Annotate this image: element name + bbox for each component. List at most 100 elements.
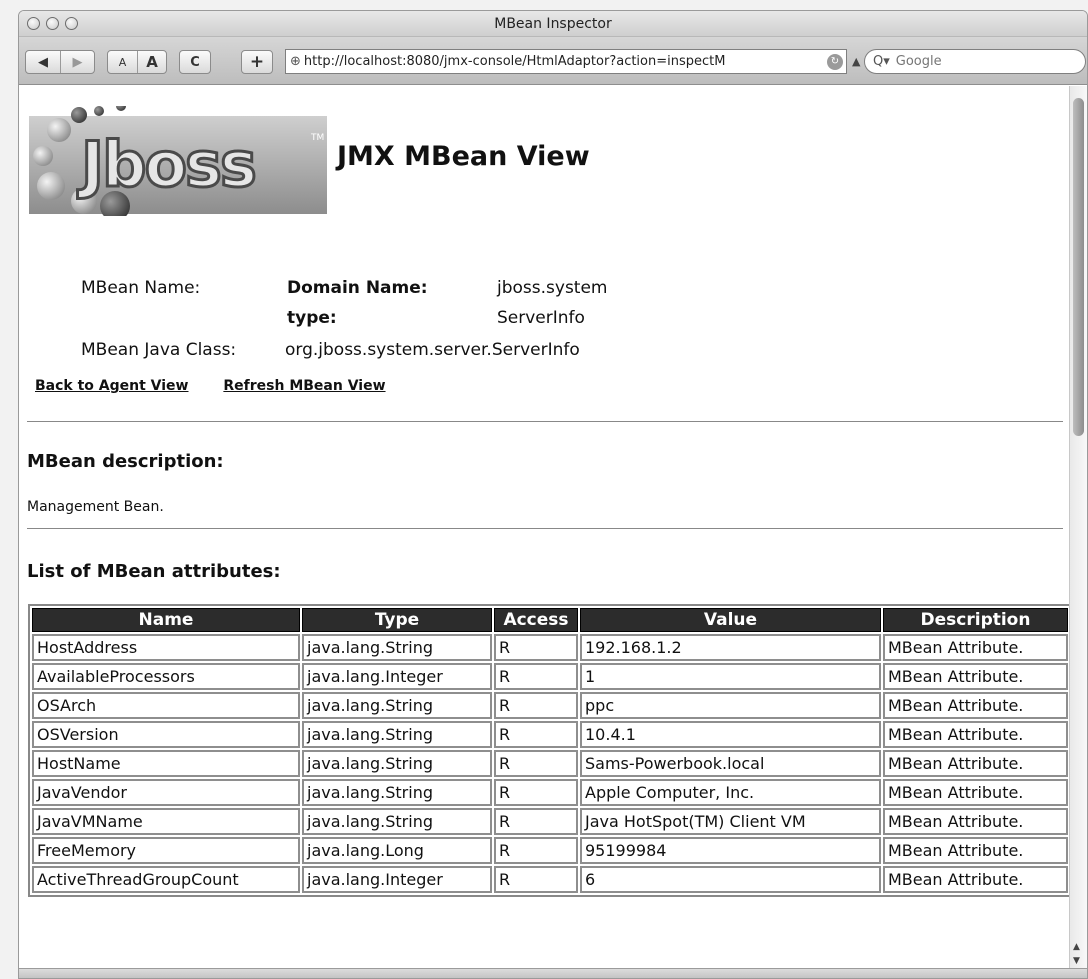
table-row: HostAddress java.lang.String R 192.168.1…: [32, 634, 1068, 661]
divider: [27, 528, 1063, 529]
search-input[interactable]: [893, 53, 1064, 70]
table-row: JavaVendor java.lang.String R Apple Comp…: [32, 779, 1068, 806]
add-bookmark-button[interactable]: +: [241, 50, 273, 74]
table-row: OSVersion java.lang.String R 10.4.1 MBea…: [32, 721, 1068, 748]
window-title: MBean Inspector: [494, 16, 612, 32]
attr-description: MBean Attribute.: [883, 692, 1068, 719]
attr-name: AvailableProcessors: [32, 663, 300, 690]
attr-access: R: [494, 808, 578, 835]
url-reload-icon[interactable]: ↻: [827, 53, 843, 70]
page-content: Jboss TM JMX MBean View MBean Name: Doma…: [19, 86, 1071, 970]
back-to-agent-view-link[interactable]: Back to Agent View: [35, 378, 189, 394]
table-header-row: Name Type Access Value Description: [32, 608, 1068, 632]
attr-description: MBean Attribute.: [883, 866, 1068, 893]
table-row: FreeMemory java.lang.Long R 95199984 MBe…: [32, 837, 1068, 864]
table-row: AvailableProcessors java.lang.Integer R …: [32, 663, 1068, 690]
jboss-logo: Jboss TM: [29, 106, 327, 216]
reload-button[interactable]: C: [179, 50, 211, 74]
java-class-label: MBean Java Class:: [81, 340, 237, 360]
scrollbar-thumb[interactable]: [1073, 98, 1084, 436]
attr-access: R: [494, 634, 578, 661]
attr-description: MBean Attribute.: [883, 808, 1068, 835]
vertical-scrollbar[interactable]: ▲ ▼: [1069, 86, 1087, 970]
attr-value: 6: [580, 866, 881, 893]
attr-value: 192.168.1.2: [580, 634, 881, 661]
attr-value: Apple Computer, Inc.: [580, 779, 881, 806]
refresh-mbean-view-link[interactable]: Refresh MBean View: [223, 378, 385, 394]
type-value: ServerInfo: [497, 308, 585, 328]
attr-name: HostName: [32, 750, 300, 777]
attr-type: java.lang.String: [302, 808, 492, 835]
attr-type: java.lang.Integer: [302, 866, 492, 893]
attr-value: 95199984: [580, 837, 881, 864]
table-row: OSArch java.lang.String R ppc MBean Attr…: [32, 692, 1068, 719]
attr-name: FreeMemory: [32, 837, 300, 864]
column-header-access: Access: [494, 608, 578, 632]
text-smaller-button[interactable]: A: [108, 51, 137, 73]
attr-description: MBean Attribute.: [883, 663, 1068, 690]
column-header-name: Name: [32, 608, 300, 632]
scroll-up-arrow-icon[interactable]: ▲: [1073, 942, 1080, 952]
attr-name: ActiveThreadGroupCount: [32, 866, 300, 893]
title-bar: MBean Inspector: [19, 11, 1087, 37]
search-field[interactable]: Q▾: [864, 49, 1086, 74]
logo-text: Jboss: [77, 128, 255, 201]
attr-value: 1: [580, 663, 881, 690]
attr-access: R: [494, 663, 578, 690]
browser-toolbar: ◀ ▶ A A C + ⊕ http://localhost:8080/jmx-…: [19, 37, 1087, 85]
plus-icon: +: [249, 52, 265, 72]
back-arrow-icon: ◀: [37, 54, 48, 70]
back-button[interactable]: ◀: [26, 51, 60, 73]
attr-type: java.lang.Long: [302, 837, 492, 864]
domain-name-key: Domain Name:: [287, 278, 428, 298]
type-key: type:: [287, 308, 337, 328]
attr-value: 10.4.1: [580, 721, 881, 748]
scroll-down-arrow-icon[interactable]: ▼: [1073, 956, 1080, 966]
search-icon: Q▾: [873, 54, 890, 69]
attr-access: R: [494, 750, 578, 777]
description-text: Management Bean.: [27, 499, 164, 515]
attr-type: java.lang.String: [302, 692, 492, 719]
divider: [27, 421, 1063, 422]
attr-access: R: [494, 779, 578, 806]
reload-icon: C: [190, 54, 200, 70]
attr-type: java.lang.String: [302, 634, 492, 661]
attr-name: JavaVendor: [32, 779, 300, 806]
attr-name: HostAddress: [32, 634, 300, 661]
text-size-buttons: A A: [107, 50, 167, 74]
attr-name: OSVersion: [32, 721, 300, 748]
attr-value: Sams-Powerbook.local: [580, 750, 881, 777]
forward-arrow-icon: ▶: [72, 54, 83, 70]
attributes-table: Name Type Access Value Description HostA…: [28, 604, 1071, 897]
attr-name: JavaVMName: [32, 808, 300, 835]
attr-access: R: [494, 866, 578, 893]
page-title: JMX MBean View: [337, 141, 590, 172]
nav-links: Back to Agent View Refresh MBean View: [35, 378, 416, 394]
attr-type: java.lang.String: [302, 779, 492, 806]
attr-description: MBean Attribute.: [883, 837, 1068, 864]
globe-icon: ⊕: [290, 54, 301, 69]
forward-button[interactable]: ▶: [59, 51, 94, 73]
text-bigger-button[interactable]: A: [136, 51, 166, 73]
attr-type: java.lang.Integer: [302, 663, 492, 690]
back-forward-buttons: ◀ ▶: [25, 50, 95, 74]
attr-description: MBean Attribute.: [883, 634, 1068, 661]
attr-value: ppc: [580, 692, 881, 719]
address-bar[interactable]: ⊕ http://localhost:8080/jmx-console/Html…: [285, 49, 847, 74]
attr-type: java.lang.String: [302, 721, 492, 748]
attr-description: MBean Attribute.: [883, 779, 1068, 806]
attr-access: R: [494, 837, 578, 864]
column-header-value: Value: [580, 608, 881, 632]
attr-description: MBean Attribute.: [883, 750, 1068, 777]
status-bar: [19, 968, 1087, 978]
attributes-heading: List of MBean attributes:: [27, 561, 281, 582]
attr-access: R: [494, 721, 578, 748]
mbean-name-label: MBean Name:: [81, 278, 201, 298]
attr-value: Java HotSpot(TM) Client VM: [580, 808, 881, 835]
attr-type: java.lang.String: [302, 750, 492, 777]
domain-name-value: jboss.system: [497, 278, 608, 298]
browser-window: MBean Inspector ◀ ▶ A A C + ⊕ http://loc…: [18, 10, 1088, 979]
column-header-type: Type: [302, 608, 492, 632]
snapback-icon[interactable]: ▲: [852, 55, 860, 68]
attr-name: OSArch: [32, 692, 300, 719]
